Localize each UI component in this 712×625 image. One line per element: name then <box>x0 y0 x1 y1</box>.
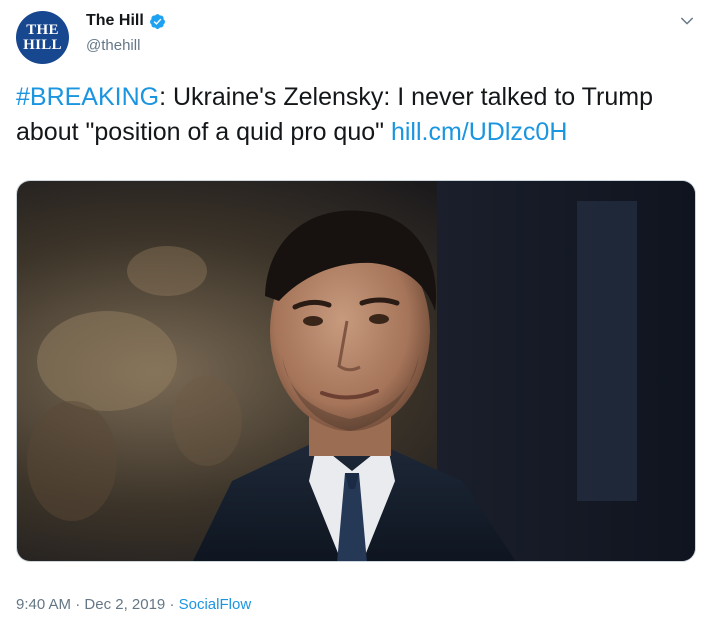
chevron-down-icon[interactable] <box>678 12 696 30</box>
handle[interactable]: @thehill <box>86 37 140 54</box>
tweet-source-link[interactable]: SocialFlow <box>179 596 252 613</box>
tweet-meta: 9:40 AM · Dec 2, 2019 · SocialFlow <box>16 596 251 613</box>
hashtag-link[interactable]: #BREAKING <box>16 83 159 111</box>
account-name-row: The Hill <box>86 12 166 30</box>
avatar[interactable]: THE HILL <box>16 11 69 64</box>
meta-separator: · <box>165 596 179 613</box>
avatar-line-1: THE <box>26 21 59 38</box>
avatar-line-2: HILL <box>23 36 62 53</box>
tweet-text: #BREAKING: Ukraine's Zelensky: I never t… <box>16 80 706 150</box>
meta-separator: · <box>71 596 85 613</box>
tweet-date[interactable]: Dec 2, 2019 <box>84 596 165 613</box>
tweet-photo[interactable] <box>16 180 696 562</box>
display-name[interactable]: The Hill <box>86 12 144 30</box>
tweet-link[interactable]: hill.cm/UDlzc0H <box>391 118 567 146</box>
tweet-time[interactable]: 9:40 AM <box>16 596 71 613</box>
verified-badge-icon <box>149 13 165 29</box>
photo-illustration <box>17 181 695 561</box>
